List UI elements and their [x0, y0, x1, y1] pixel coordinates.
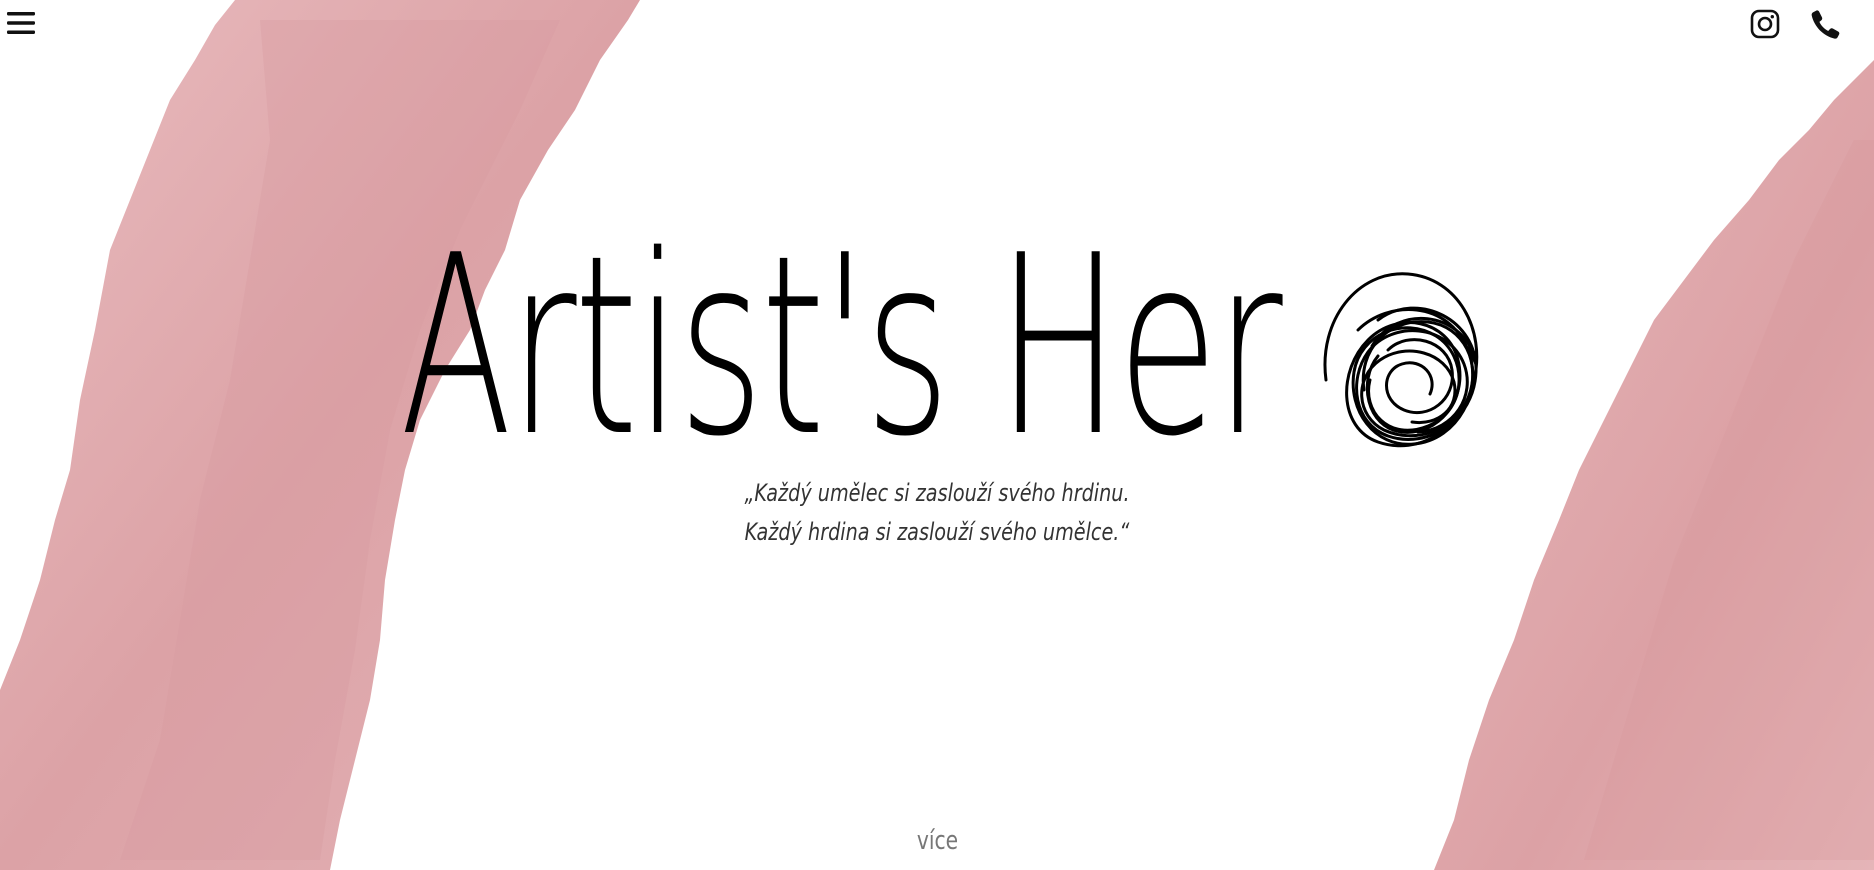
hero-quote: „Každý umělec si zaslouží svého hrdinu. … [187, 474, 1686, 552]
quote-line-1: „Každý umělec si zaslouží svého hrdinu. [744, 479, 1130, 507]
menu-button[interactable] [4, 6, 38, 40]
contact-icons [1746, 5, 1844, 43]
phone-icon [1811, 10, 1840, 39]
hero-title: Artist's Her [400, 203, 1283, 491]
instagram-icon [1750, 9, 1780, 39]
hero: Artist's Her [0, 203, 1874, 491]
quote-line-2: Každý hrdina si zaslouží svého umělce.“ [744, 518, 1130, 546]
hamburger-menu-icon [7, 12, 35, 34]
scribble-o-icon [1323, 272, 1479, 448]
instagram-link[interactable] [1746, 5, 1784, 43]
more-link[interactable]: více [0, 826, 1874, 856]
more-link-label: více [916, 826, 958, 856]
phone-link[interactable] [1806, 5, 1844, 43]
